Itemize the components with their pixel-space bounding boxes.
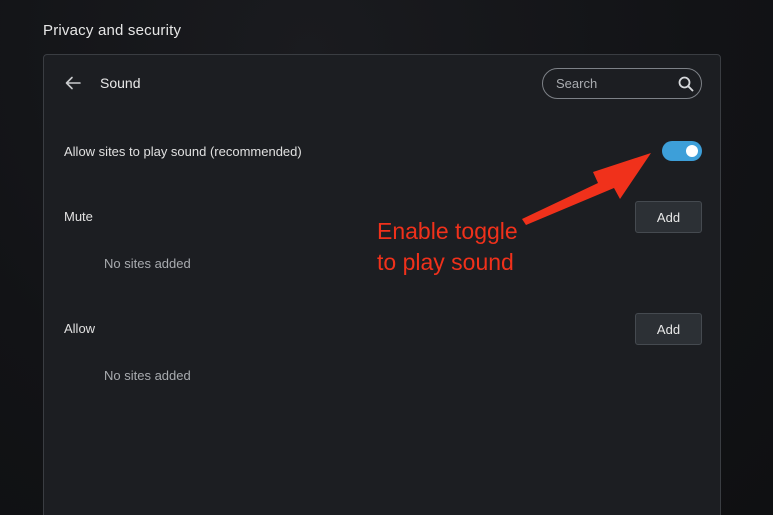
search-input[interactable] xyxy=(556,75,668,92)
allow-sound-toggle[interactable] xyxy=(662,141,702,161)
section-title: Privacy and security xyxy=(43,22,182,39)
sound-settings-card: Sound Allow sites to play sound (recomme… xyxy=(43,54,721,515)
annotation-line-2: to play sound xyxy=(377,249,514,275)
mute-add-button[interactable]: Add xyxy=(635,201,702,233)
allow-empty-text: No sites added xyxy=(104,368,191,383)
allow-sound-label: Allow sites to play sound (recommended) xyxy=(64,144,302,159)
back-button[interactable] xyxy=(63,73,83,93)
page-title: Sound xyxy=(100,75,141,91)
search-box[interactable] xyxy=(542,68,702,99)
toggle-knob xyxy=(686,145,698,157)
arrow-left-icon xyxy=(65,76,81,90)
search-icon[interactable] xyxy=(678,76,694,92)
allow-add-button[interactable]: Add xyxy=(635,313,702,345)
mute-empty-text: No sites added xyxy=(104,256,191,271)
annotation-text: Enable toggle to play sound xyxy=(377,216,518,278)
annotation-line-1: Enable toggle xyxy=(377,218,518,244)
allow-label: Allow xyxy=(64,321,96,336)
mute-label: Mute xyxy=(64,209,93,224)
